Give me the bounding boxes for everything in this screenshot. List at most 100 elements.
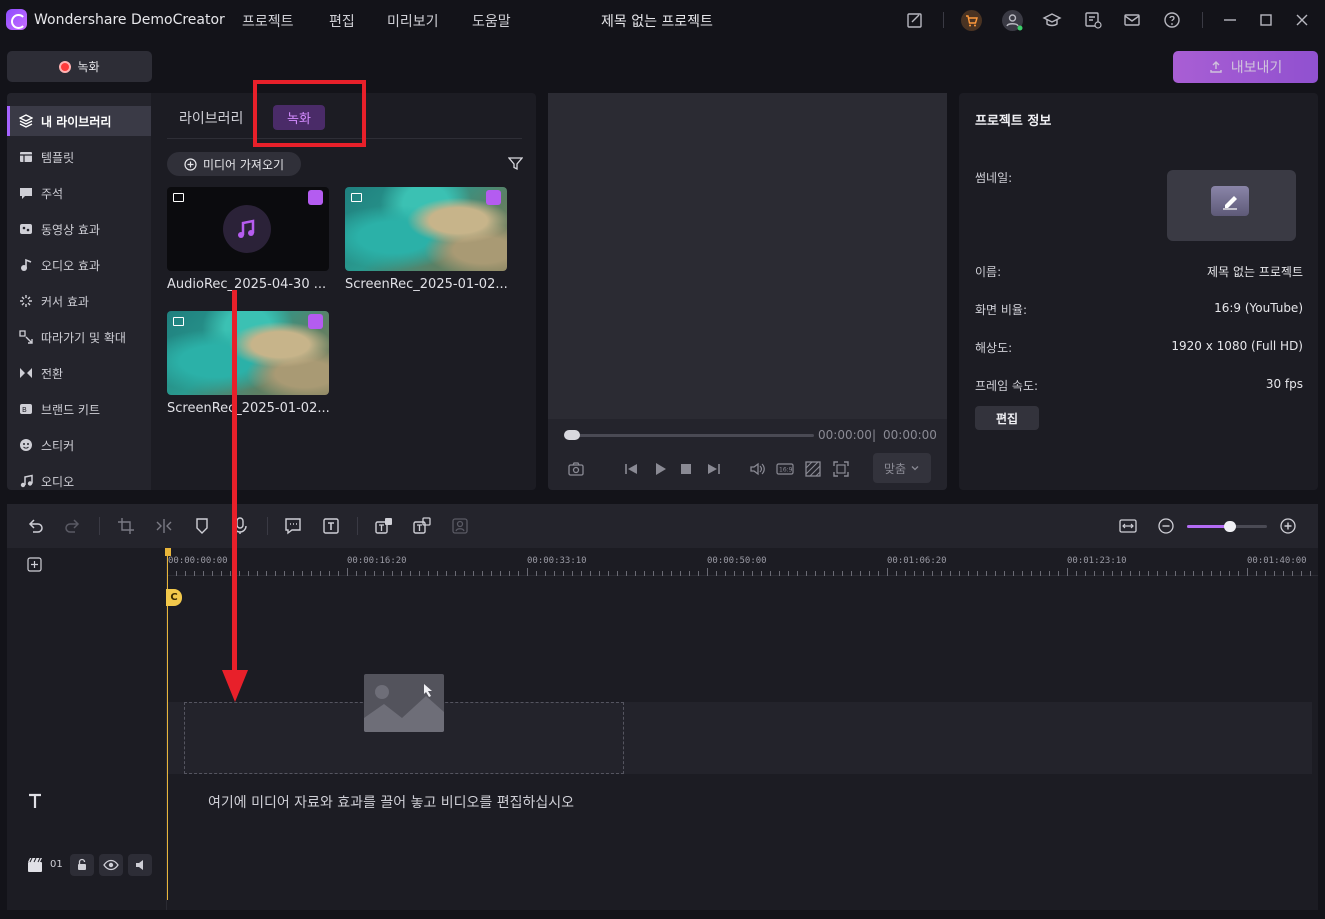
info-value-framerate: 30 fps bbox=[1265, 377, 1303, 391]
svg-text:B: B bbox=[22, 406, 27, 414]
feedback-icon[interactable] bbox=[905, 10, 925, 30]
crop-icon[interactable] bbox=[116, 516, 136, 536]
sidebar-item-label: 오디오 bbox=[41, 474, 75, 489]
play-icon[interactable] bbox=[651, 460, 669, 478]
minimize-icon[interactable] bbox=[1220, 10, 1240, 30]
sidebar-item-annotations[interactable]: 주석 bbox=[7, 178, 151, 208]
ruler-label: 00:00:00:00 bbox=[168, 556, 228, 566]
ai-avatar-icon[interactable] bbox=[450, 516, 470, 536]
ruler-label: 00:01:06:20 bbox=[887, 556, 947, 566]
toolbar-separator bbox=[267, 517, 268, 535]
record-button[interactable]: 녹화 bbox=[7, 51, 152, 82]
drag-image-placeholder-icon bbox=[364, 674, 444, 732]
maximize-icon[interactable] bbox=[1256, 10, 1276, 30]
import-media-button[interactable]: 미디어 가져오기 bbox=[167, 152, 301, 176]
recording-badge-icon bbox=[308, 314, 323, 329]
sidebar-item-my-library[interactable]: 내 라이브러리 bbox=[7, 106, 151, 136]
sidebar-item-label: 내 라이브러리 bbox=[41, 114, 112, 129]
sidebar-item-templates[interactable]: 템플릿 bbox=[7, 142, 151, 172]
info-label-aspect: 화면 비율: bbox=[975, 303, 1028, 317]
sidebar-item-label: 따라가기 및 확대 bbox=[41, 330, 126, 345]
playhead-marker[interactable]: C bbox=[166, 589, 182, 606]
sidebar-item-label: 오디오 효과 bbox=[41, 258, 101, 273]
sidebar: 내 라이브러리 템플릿 주석 동영상 효과 오디오 효과 커서 효과 따라가기 … bbox=[7, 93, 151, 490]
sidebar-item-audio[interactable]: 오디오 bbox=[7, 466, 151, 490]
video-effect-icon bbox=[19, 222, 33, 236]
sidebar-item-cursor-effects[interactable]: 커서 효과 bbox=[7, 286, 151, 316]
eye-icon[interactable] bbox=[99, 854, 123, 876]
volume-icon[interactable] bbox=[748, 460, 766, 478]
thumbnail-label: 썸네일: bbox=[975, 171, 1013, 185]
media-item-name: AudioRec_2025-04-30 ... bbox=[167, 277, 327, 292]
caption-icon[interactable] bbox=[283, 516, 303, 536]
scrubber-handle[interactable] bbox=[564, 430, 580, 440]
marker-icon[interactable] bbox=[192, 516, 212, 536]
next-frame-icon[interactable] bbox=[705, 460, 723, 478]
mail-icon[interactable] bbox=[1122, 10, 1142, 30]
export-button[interactable]: 내보내기 bbox=[1173, 51, 1318, 83]
close-icon[interactable] bbox=[1292, 10, 1312, 30]
media-item-video-thumbnail[interactable] bbox=[345, 187, 507, 271]
sidebar-item-label: 브랜드 키트 bbox=[41, 402, 101, 417]
menu-project[interactable]: 프로젝트 bbox=[242, 11, 294, 31]
fullscreen-icon[interactable] bbox=[832, 460, 850, 478]
sidebar-item-brand-kit[interactable]: B 브랜드 키트 bbox=[7, 394, 151, 424]
aspect-ratio-icon[interactable]: 16:9 bbox=[776, 460, 794, 478]
media-item-audio-thumbnail[interactable] bbox=[167, 187, 329, 271]
sidebar-item-pan-zoom[interactable]: 따라가기 및 확대 bbox=[7, 322, 151, 352]
menu-help[interactable]: 도움말 bbox=[472, 11, 511, 31]
toolbar-separator bbox=[357, 517, 358, 535]
toolbar-separator bbox=[99, 517, 100, 535]
fit-dropdown[interactable]: 맞춤 bbox=[873, 453, 931, 483]
sidebar-item-label: 스티커 bbox=[41, 438, 75, 453]
tab-library[interactable]: 라이브러리 bbox=[179, 108, 243, 128]
zoom-slider-handle[interactable] bbox=[1224, 521, 1236, 532]
text-icon[interactable] bbox=[321, 516, 341, 536]
app-logo-icon bbox=[6, 9, 27, 30]
media-item-name: ScreenRec_2025-01-02... bbox=[167, 401, 330, 416]
menu-preview[interactable]: 미리보기 bbox=[387, 11, 439, 31]
time-separator: | bbox=[872, 428, 877, 442]
current-time: 00:00:00 bbox=[818, 428, 872, 442]
audio-type-icon bbox=[173, 193, 184, 202]
account-icon[interactable] bbox=[1002, 10, 1023, 31]
sidebar-item-stickers[interactable]: 스티커 bbox=[7, 430, 151, 460]
annotation-arrow-head bbox=[222, 670, 248, 702]
edit-project-button[interactable]: 편집 bbox=[975, 406, 1039, 430]
help-icon[interactable] bbox=[1162, 10, 1182, 30]
add-track-icon[interactable] bbox=[27, 557, 42, 572]
sidebar-item-audio-effects[interactable]: 오디오 효과 bbox=[7, 250, 151, 280]
playback-scrubber[interactable] bbox=[566, 434, 814, 437]
zoom-out-icon[interactable] bbox=[1156, 516, 1176, 536]
speaker-icon[interactable] bbox=[128, 854, 152, 876]
playhead-handle[interactable] bbox=[165, 548, 171, 556]
zoom-in-icon[interactable] bbox=[1278, 516, 1298, 536]
lock-icon[interactable] bbox=[70, 854, 94, 876]
tasks-icon[interactable] bbox=[1083, 10, 1103, 30]
text-track-icon bbox=[26, 792, 44, 810]
sidebar-item-video-effects[interactable]: 동영상 효과 bbox=[7, 214, 151, 244]
media-item-video-thumbnail[interactable] bbox=[167, 311, 329, 395]
sidebar-item-transitions[interactable]: 전환 bbox=[7, 358, 151, 388]
fit-timeline-icon[interactable] bbox=[1118, 516, 1138, 536]
filter-icon[interactable] bbox=[508, 156, 523, 171]
video-type-icon bbox=[173, 317, 184, 326]
redo-icon[interactable] bbox=[63, 516, 83, 536]
music-note-icon bbox=[223, 205, 271, 253]
previous-frame-icon[interactable] bbox=[622, 460, 640, 478]
chevron-down-icon bbox=[910, 463, 920, 473]
split-icon[interactable] bbox=[154, 516, 174, 536]
snapshot-icon[interactable] bbox=[567, 460, 585, 478]
speech-to-text-icon[interactable] bbox=[374, 516, 394, 536]
cart-icon[interactable] bbox=[961, 10, 982, 31]
stop-icon[interactable] bbox=[677, 460, 695, 478]
sticker-icon bbox=[19, 438, 33, 452]
learn-icon[interactable] bbox=[1042, 10, 1062, 30]
undo-icon[interactable] bbox=[25, 516, 45, 536]
text-to-speech-icon[interactable] bbox=[412, 516, 432, 536]
menu-edit[interactable]: 편집 bbox=[329, 11, 355, 31]
video-type-icon bbox=[351, 193, 362, 202]
transparency-grid-icon[interactable] bbox=[804, 460, 822, 478]
import-media-label: 미디어 가져오기 bbox=[202, 157, 285, 172]
info-value-resolution: 1920 x 1080 (Full HD) bbox=[1171, 339, 1303, 353]
